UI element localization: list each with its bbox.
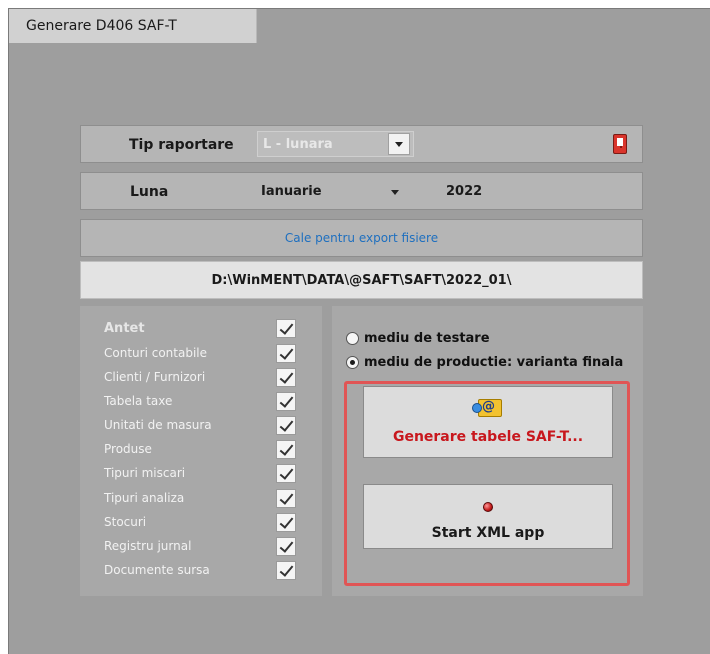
table-checkbox[interactable] [276, 368, 296, 387]
tip-raportare-select[interactable]: L - lunara [257, 131, 414, 157]
luna-select[interactable]: Ianuarie [261, 184, 322, 199]
table-item-tabela-taxe[interactable]: Tabela taxe [104, 391, 314, 413]
table-item-antet[interactable]: Antet [104, 318, 314, 340]
table-item-label: Registru jurnal [104, 539, 192, 553]
highlight-frame [344, 381, 630, 586]
tip-raportare-row: Tip raportare L - lunara [80, 125, 643, 163]
luna-label: Luna [130, 184, 169, 200]
radio-label: mediu de productie: varianta finala [364, 355, 624, 370]
table-item-produse[interactable]: Produse [104, 439, 314, 461]
tip-raportare-value: L - lunara [263, 137, 333, 152]
tip-raportare-label: Tip raportare [129, 137, 234, 153]
table-checkbox[interactable] [276, 319, 296, 338]
table-checkbox[interactable] [276, 344, 296, 363]
table-item-label: Antet [104, 321, 145, 336]
table-item-label: Unitati de masura [104, 418, 212, 432]
table-item-label: Clienti / Furnizori [104, 370, 206, 384]
table-checkbox[interactable] [276, 489, 296, 508]
export-path-value: D:\WinMENT\DATA\@SAFT\SAFT\2022_01\ [211, 273, 512, 288]
generation-panel: mediu de testare mediu de productie: var… [332, 306, 643, 596]
table-item-label: Produse [104, 442, 152, 456]
table-checkbox[interactable] [276, 392, 296, 411]
luna-row: Luna Ianuarie 2022 [80, 172, 643, 210]
radio-button[interactable] [346, 356, 359, 369]
table-item-clienti-furnizori[interactable]: Clienti / Furnizori [104, 367, 314, 389]
exit-door-icon[interactable] [613, 134, 627, 154]
table-item-unitati-de-masura[interactable]: Unitati de masura [104, 415, 314, 437]
chevron-down-icon[interactable] [388, 133, 410, 155]
export-path-row: D:\WinMENT\DATA\@SAFT\SAFT\2022_01\ [80, 261, 643, 299]
year-value[interactable]: 2022 [446, 184, 482, 199]
table-checkbox[interactable] [276, 561, 296, 580]
table-checkbox[interactable] [276, 537, 296, 556]
tables-panel: Antet Conturi contabile Clienti / Furniz… [80, 306, 322, 596]
saft-window: Generare D406 SAF-T Tip raportare L - lu… [8, 8, 710, 654]
radio-mediu-productie[interactable]: mediu de productie: varianta finala [346, 354, 636, 372]
table-item-registru-jurnal[interactable]: Registru jurnal [104, 536, 314, 558]
table-item-documente-sursa[interactable]: Documente sursa [104, 560, 314, 582]
table-checkbox[interactable] [276, 513, 296, 532]
chevron-down-icon[interactable] [391, 190, 399, 195]
table-item-label: Stocuri [104, 515, 147, 529]
radio-button[interactable] [346, 332, 359, 345]
table-item-label: Documente sursa [104, 563, 210, 577]
radio-mediu-testare[interactable]: mediu de testare [346, 330, 636, 348]
table-item-label: Conturi contabile [104, 346, 207, 360]
table-item-stocuri[interactable]: Stocuri [104, 512, 314, 534]
window-title: Generare D406 SAF-T [26, 18, 177, 34]
window-tab[interactable]: Generare D406 SAF-T [9, 9, 257, 43]
table-checkbox[interactable] [276, 440, 296, 459]
table-item-tipuri-miscari[interactable]: Tipuri miscari [104, 463, 314, 485]
table-item-conturi-contabile[interactable]: Conturi contabile [104, 343, 314, 365]
table-item-tipuri-analiza[interactable]: Tipuri analiza [104, 488, 314, 510]
table-item-label: Tabela taxe [104, 394, 173, 408]
radio-label: mediu de testare [364, 331, 490, 346]
export-path-header-row: Cale pentru export fisiere [80, 219, 643, 257]
table-item-label: Tipuri analiza [104, 491, 185, 505]
table-item-label: Tipuri miscari [104, 466, 186, 480]
table-checkbox[interactable] [276, 464, 296, 483]
export-path-header[interactable]: Cale pentru export fisiere [81, 231, 642, 245]
table-checkbox[interactable] [276, 416, 296, 435]
